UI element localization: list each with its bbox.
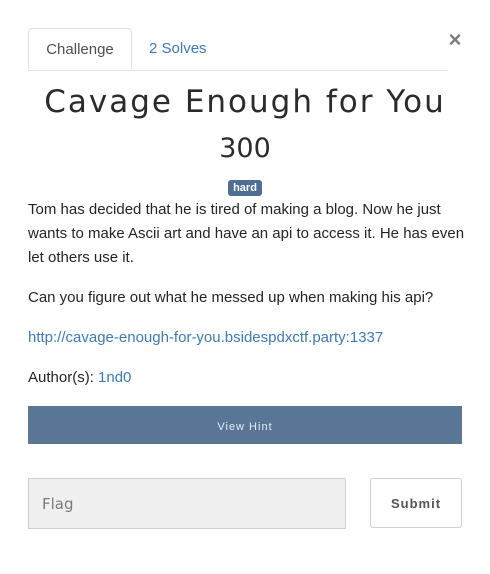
challenge-points: 300 [219,133,271,164]
difficulty-badge: hard [228,180,262,196]
challenge-description: Tom has decided that he is tired of maki… [28,201,465,266]
author-link[interactable]: 1nd0 [98,369,131,386]
tab-challenge[interactable]: Challenge [28,28,132,70]
challenge-url-link[interactable]: http://cavage-enough-for-you.bsidespdxct… [28,326,383,350]
challenge-question: Can you figure out what he messed up whe… [28,289,434,306]
challenge-modal: × Challenge 2 Solves Cavage Enough for Y… [0,0,490,574]
author-line: Author(s): 1nd0 [28,366,131,390]
submit-button[interactable]: Submit [370,478,462,528]
tab-solves[interactable]: 2 Solves [133,28,223,69]
author-label: Author(s): [28,369,94,386]
challenge-tabs: Challenge 2 Solves [28,28,448,71]
flag-input[interactable] [28,478,346,529]
challenge-title: Cavage Enough for You [44,84,446,120]
view-hint-button[interactable]: View Hint [28,406,462,444]
